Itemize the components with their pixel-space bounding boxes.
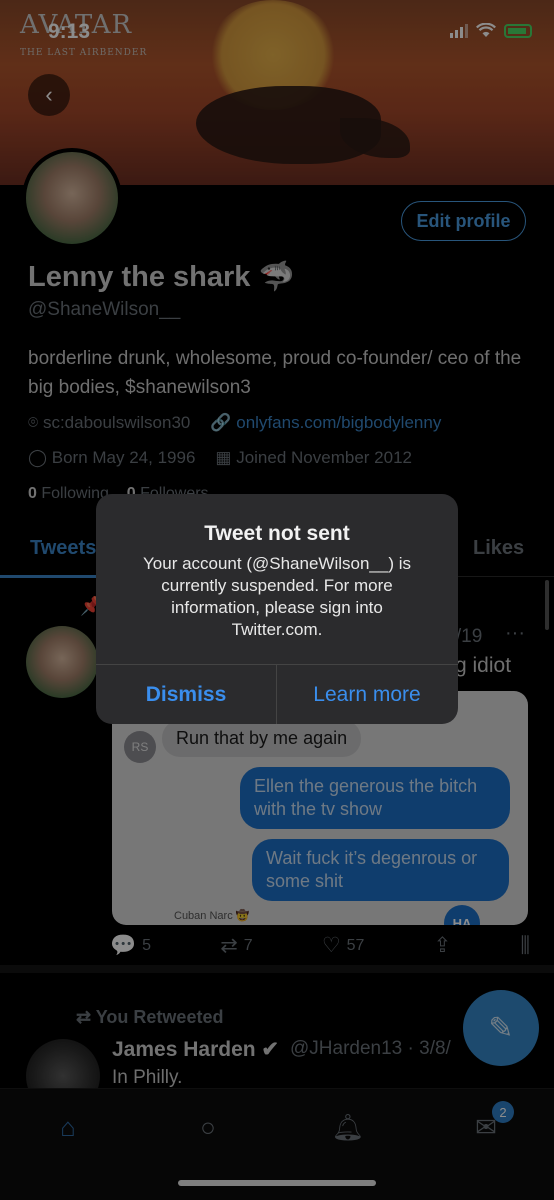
tweet-not-sent-alert: Tweet not sent Your account (@ShaneWilso…	[96, 494, 458, 724]
alert-message: Your account (@ShaneWilson__) is current…	[143, 554, 411, 639]
dismiss-button[interactable]: Dismiss	[96, 665, 276, 724]
alert-title: Tweet not sent	[204, 522, 350, 545]
learn-more-button[interactable]: Learn more	[277, 665, 457, 724]
